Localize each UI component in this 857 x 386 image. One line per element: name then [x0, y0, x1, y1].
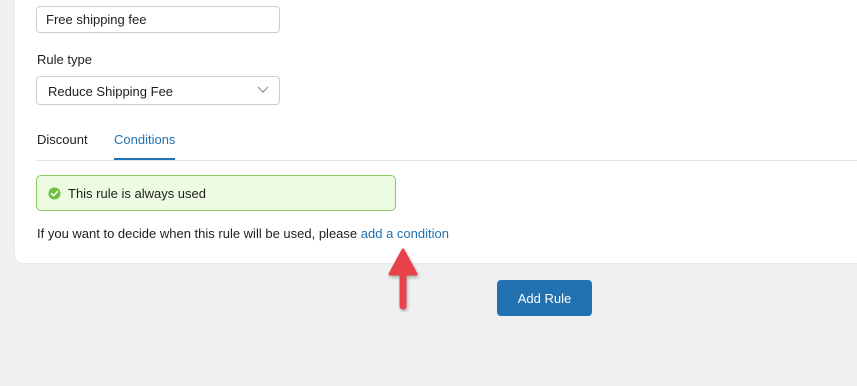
- condition-help-text: If you want to decide when this rule wil…: [37, 226, 358, 241]
- always-used-notice: This rule is always used: [36, 175, 396, 211]
- chevron-down-icon: [257, 86, 269, 93]
- rule-name-input[interactable]: [36, 6, 280, 33]
- add-rule-button[interactable]: Add Rule: [497, 280, 592, 316]
- tab-conditions[interactable]: Conditions: [114, 132, 175, 147]
- red-arrow-up-icon: [388, 248, 418, 310]
- check-circle-icon: [48, 187, 61, 200]
- condition-help: If you want to decide when this rule wil…: [37, 226, 449, 241]
- rule-type-select[interactable]: Reduce Shipping Fee: [36, 76, 280, 105]
- rule-type-value: Reduce Shipping Fee: [48, 84, 174, 99]
- rule-type-label: Rule type: [37, 52, 92, 67]
- notice-text: This rule is always used: [68, 186, 206, 201]
- tab-discount[interactable]: Discount: [37, 132, 88, 147]
- add-condition-link[interactable]: add a condition: [361, 226, 449, 241]
- tabs-divider: [36, 160, 857, 161]
